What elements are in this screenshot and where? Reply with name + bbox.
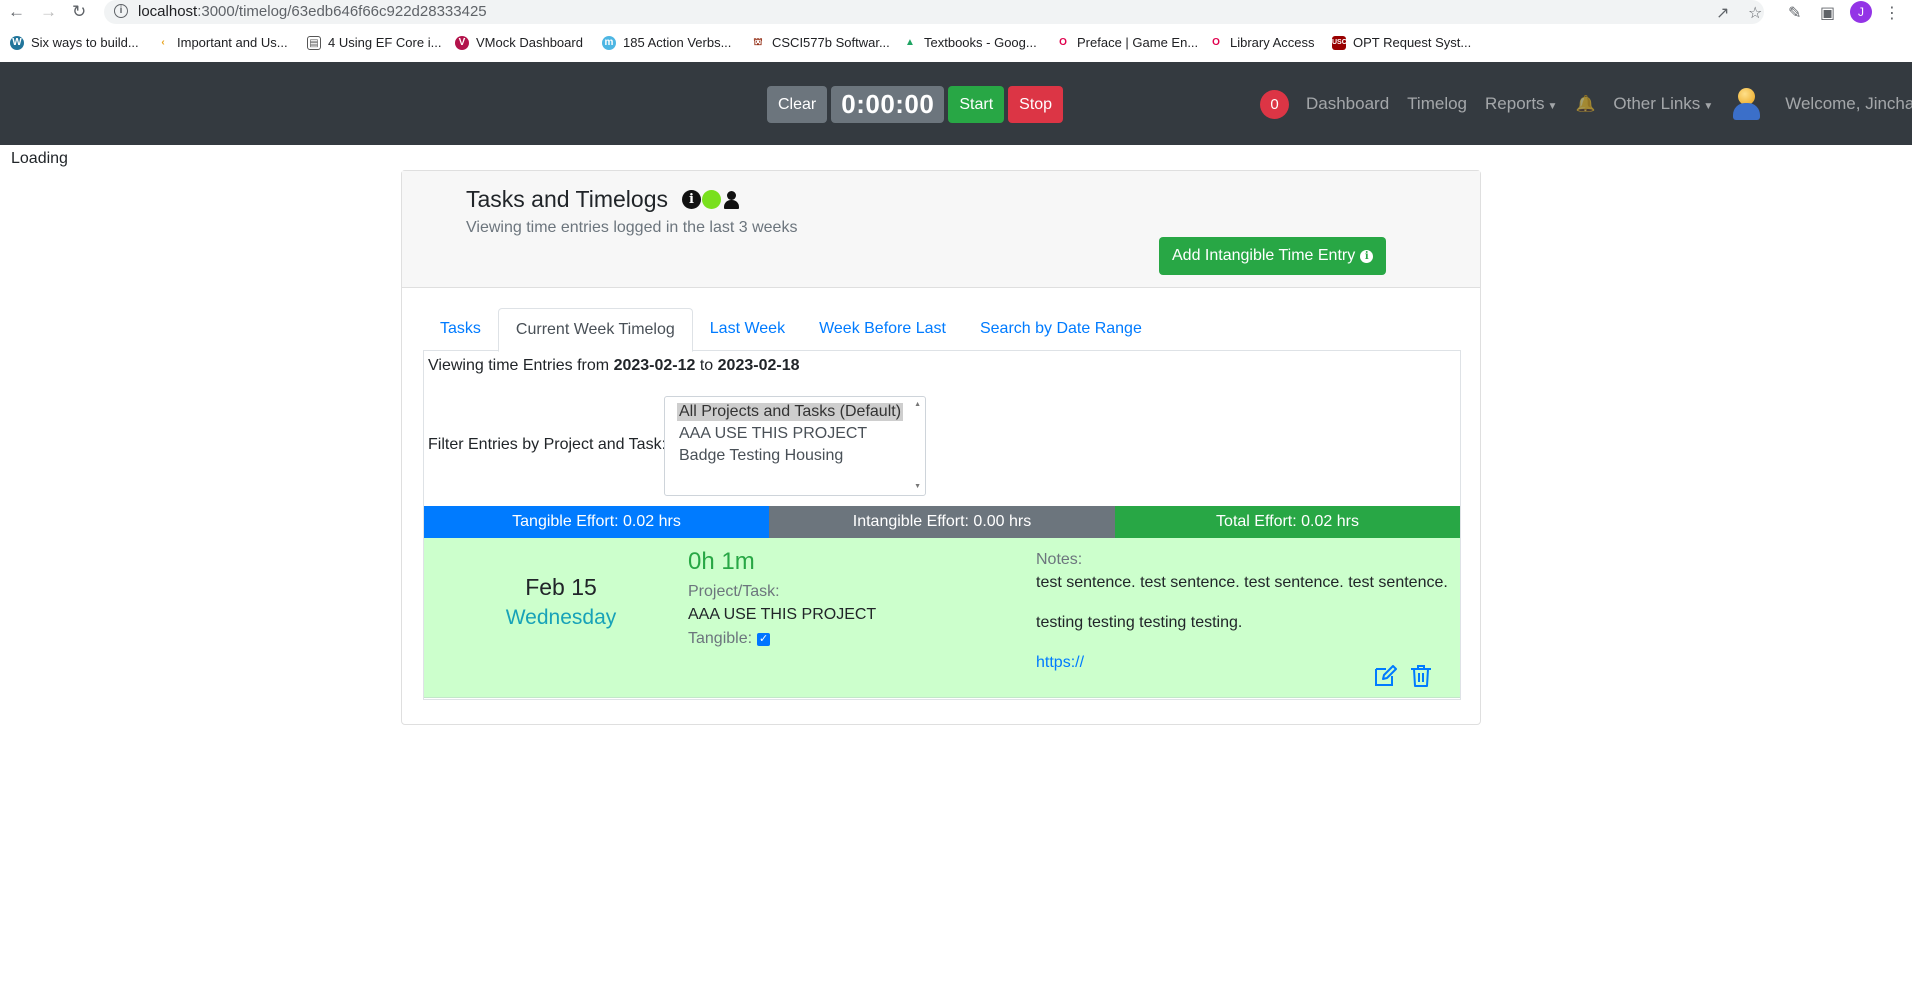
note-line: test sentence. test sentence. test sente… — [1036, 574, 1448, 591]
project-task-filter-select[interactable]: All Projects and Tasks (Default) AAA USE… — [664, 396, 926, 496]
notification-count-badge[interactable]: 0 — [1260, 89, 1289, 119]
browser-toolbar: ← → ↻ i localhost:3000/timelog/63edb646f… — [0, 0, 1912, 25]
info-icon[interactable]: i — [681, 190, 701, 209]
bookmarks-bar: W Six ways to build... ‹ Important and Us.… — [0, 30, 1912, 58]
app-navbar: Clear 0:00:00 Start Stop 0 Dashboard Tim… — [0, 62, 1912, 145]
page-title: Tasks and Timelogs i — [466, 186, 741, 213]
tangible-label: Tangible: — [688, 630, 753, 647]
title-icons: i — [681, 190, 741, 209]
tab-tasks[interactable]: Tasks — [423, 308, 498, 351]
timer-controls: Clear 0:00:00 Start Stop — [767, 86, 1064, 123]
address-bar[interactable]: i localhost:3000/timelog/63edb646f66c922… — [104, 0, 1764, 24]
caret-down-icon: ▼ — [1703, 101, 1714, 112]
edit-icon[interactable] — [1374, 665, 1398, 687]
browser-profile-avatar[interactable]: J — [1850, 1, 1872, 23]
loading-text: Loading — [11, 150, 68, 167]
scroll-up-arrow-icon[interactable]: ▲ — [914, 401, 921, 408]
intangible-effort: Intangible Effort: 0.00 hrs — [769, 506, 1115, 538]
date-range-text: Viewing time Entries from 2023-02-12 to … — [428, 357, 800, 374]
nav-links: 0 Dashboard Timelog Reports ▼ 🔔 Other Lin… — [1260, 86, 1912, 122]
bookmark-item[interactable]: ▲ Textbooks - Goog... — [903, 35, 1037, 50]
bookmark-item[interactable]: O Preface | Game En... — [1056, 35, 1198, 50]
scroll-down-arrow-icon[interactable]: ▼ — [914, 483, 921, 490]
info-icon: i — [1360, 249, 1374, 263]
tab-last-week[interactable]: Last Week — [693, 308, 802, 351]
timelog-pane: Viewing time Entries from 2023-02-12 to … — [423, 351, 1461, 700]
trash-icon[interactable] — [1410, 664, 1432, 688]
effort-summary-bar: Tangible Effort: 0.02 hrs Intangible Eff… — [424, 506, 1460, 538]
status-dot-icon — [701, 190, 721, 209]
bookmark-item[interactable]: O Library Access — [1209, 35, 1315, 50]
nav-reports-dropdown[interactable]: Reports ▼ — [1485, 94, 1557, 114]
stop-timer-button[interactable]: Stop — [1008, 86, 1064, 123]
start-timer-button[interactable]: Start — [948, 86, 1005, 123]
tab-week-before-last[interactable]: Week Before Last — [802, 308, 963, 351]
card-header: Tasks and Timelogs i Viewing time entrie… — [402, 171, 1480, 288]
bell-icon[interactable]: 🔔 — [1575, 94, 1595, 114]
tab-current-week-timelog[interactable]: Current Week Timelog — [497, 308, 693, 352]
tangible-checkbox[interactable]: ✓ — [757, 632, 771, 646]
tangible-field: Tangible: ✓ — [688, 630, 771, 648]
nav-dashboard-link[interactable]: Dashboard — [1306, 94, 1389, 114]
extensions-icon[interactable]: ✎ — [1788, 3, 1801, 23]
entry-date: Feb 15 — [525, 574, 597, 600]
note-line: testing testing testing testing. — [1036, 614, 1243, 631]
caret-down-icon: ▼ — [1547, 101, 1558, 112]
entry-duration: 0h 1m — [688, 548, 755, 575]
bookmark-item[interactable]: USC OPT Request Syst... — [1332, 35, 1471, 50]
add-intangible-time-entry-button[interactable]: Add Intangible Time Entry i — [1159, 237, 1387, 275]
side-panel-icon[interactable]: ▣ — [1820, 3, 1835, 23]
entry-weekday: Wednesday — [505, 606, 617, 629]
timer-display: 0:00:00 — [831, 86, 945, 123]
bookmark-item[interactable]: ‹ Important and Us... — [156, 35, 288, 50]
clear-timer-button[interactable]: Clear — [767, 86, 828, 123]
reload-icon[interactable]: ↻ — [72, 3, 86, 21]
forward-arrow-icon[interactable]: → — [40, 3, 57, 21]
note-link[interactable]: https:// — [1036, 654, 1084, 672]
project-task-label: Project/Task: — [688, 583, 780, 600]
bookmark-item[interactable]: ⛫ CSCI577b Softwar... — [751, 35, 890, 50]
timelog-card: Tasks and Timelogs i Viewing time entrie… — [401, 170, 1481, 725]
bookmark-item[interactable]: W Six ways to build... — [10, 35, 139, 50]
notes-label: Notes: — [1036, 551, 1083, 568]
nav-other-links-dropdown[interactable]: Other Links ▼ — [1613, 94, 1713, 114]
timelog-tabs: Tasks Current Week Timelog Last Week Wee… — [423, 308, 1461, 352]
filter-option[interactable]: AAA USE THIS PROJECT — [677, 425, 869, 443]
page-title-text: Tasks and Timelogs — [466, 186, 668, 212]
project-task-value: AAA USE THIS PROJECT — [688, 606, 877, 623]
bookmark-item[interactable]: ▤ 4 Using EF Core i... — [307, 35, 441, 50]
entry-date-block: Feb 15 Wednesday — [424, 538, 698, 698]
url-text[interactable]: localhost:3000/timelog/63edb646f66c922d2… — [138, 3, 487, 20]
total-effort: Total Effort: 0.02 hrs — [1115, 506, 1460, 538]
bookmark-star-icon[interactable]: ☆ — [1748, 3, 1762, 23]
nav-timelog-link[interactable]: Timelog — [1407, 94, 1467, 114]
filter-label: Filter Entries by Project and Task: — [428, 436, 667, 453]
time-entry-card: Feb 15 Wednesday 0h 1m Project/Task: AAA… — [424, 538, 1460, 698]
filter-option[interactable]: Badge Testing Housing — [677, 447, 845, 465]
nav-welcome-dropdown[interactable]: Welcome, Jinchao▼ — [1785, 94, 1912, 114]
bookmark-item[interactable]: V VMock Dashboard — [455, 35, 583, 50]
tab-search-by-date-range[interactable]: Search by Date Range — [963, 308, 1159, 351]
bookmark-item[interactable]: m 185 Action Verbs... — [602, 35, 731, 50]
tangible-effort: Tangible Effort: 0.02 hrs — [424, 506, 769, 538]
user-icon[interactable] — [722, 190, 741, 209]
page-subtitle: Viewing time entries logged in the last … — [466, 219, 798, 236]
user-profile-picture[interactable] — [1731, 88, 1761, 120]
filter-option[interactable]: All Projects and Tasks (Default) — [677, 403, 904, 421]
share-icon[interactable]: ↗ — [1716, 3, 1729, 23]
browser-menu-icon[interactable]: ⋮ — [1884, 3, 1900, 23]
site-info-icon[interactable]: i — [114, 4, 128, 18]
back-arrow-icon[interactable]: ← — [8, 3, 25, 21]
